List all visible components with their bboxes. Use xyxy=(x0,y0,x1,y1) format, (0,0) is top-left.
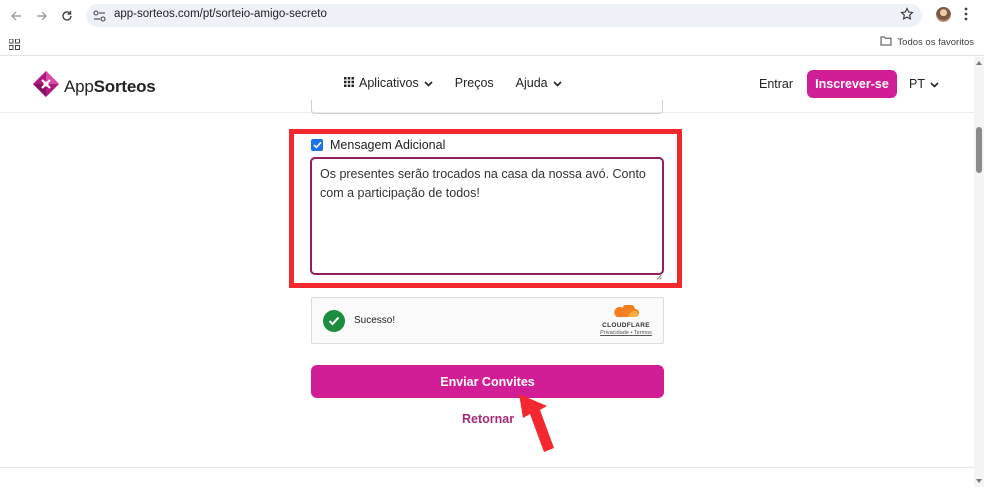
back-link[interactable]: Retornar xyxy=(462,412,514,426)
folder-icon xyxy=(880,36,892,49)
nav-apps-label: Aplicativos xyxy=(359,76,419,90)
highlight-annotation-box xyxy=(289,129,682,288)
scroll-thumb[interactable] xyxy=(976,127,982,173)
nav-help-label: Ajuda xyxy=(515,76,548,90)
back-arrow-icon[interactable] xyxy=(6,6,26,26)
site-logo[interactable]: AppSorteos xyxy=(32,70,156,103)
page-scrollbar[interactable] xyxy=(974,57,984,487)
page: app-sorteos.com/pt/sorteio-amigo-secreto… xyxy=(0,0,984,487)
scroll-down-arrow-icon[interactable] xyxy=(976,479,982,483)
links-separator: • xyxy=(630,330,633,336)
grid-icon xyxy=(344,76,354,90)
nav-prices[interactable]: Preços xyxy=(455,76,494,90)
address-bar[interactable]: app-sorteos.com/pt/sorteio-amigo-secreto xyxy=(86,4,922,27)
main-nav: Aplicativos Preços Ajuda xyxy=(344,76,584,90)
address-url: app-sorteos.com/pt/sorteio-amigo-secreto xyxy=(114,8,327,20)
cloudflare-cloud-icon xyxy=(612,303,640,322)
scroll-up-arrow-icon[interactable] xyxy=(976,61,982,65)
language-label: PT xyxy=(909,77,925,91)
footer-divider xyxy=(0,467,974,468)
nav-apps[interactable]: Aplicativos xyxy=(344,76,433,90)
cloudflare-branding: CLOUDFLARE Privacidade • Termos xyxy=(598,303,654,336)
reload-icon[interactable] xyxy=(57,6,77,26)
logo-text: AppSorteos xyxy=(64,76,156,96)
chevron-down-icon xyxy=(424,76,433,90)
bookmark-star-icon[interactable] xyxy=(900,7,914,26)
browser-toolbar: app-sorteos.com/pt/sorteio-amigo-secreto xyxy=(0,0,984,31)
captcha-links: Privacidade • Termos xyxy=(598,330,654,336)
success-check-icon xyxy=(323,310,345,332)
send-invites-button[interactable]: Enviar Convites xyxy=(311,365,664,398)
privacy-link[interactable]: Privacidade xyxy=(600,330,629,336)
all-bookmarks-button[interactable]: Todos os favoritos xyxy=(880,36,974,49)
login-link[interactable]: Entrar xyxy=(759,77,793,91)
more-menu-icon[interactable] xyxy=(964,7,968,26)
logo-diamond-icon xyxy=(32,70,60,103)
captcha-status: Sucesso! xyxy=(354,315,396,326)
forward-arrow-icon[interactable] xyxy=(32,6,52,26)
chevron-down-icon xyxy=(930,77,939,91)
language-selector[interactable]: PT xyxy=(909,77,939,91)
all-bookmarks-label: Todos os favoritos xyxy=(897,37,974,48)
terms-link[interactable]: Termos xyxy=(634,330,652,336)
red-pointer-arrow-icon xyxy=(510,392,558,461)
nav-prices-label: Preços xyxy=(454,76,494,90)
previous-field-edge xyxy=(311,100,663,114)
chevron-down-icon xyxy=(553,76,562,90)
signup-button[interactable]: Inscrever-se xyxy=(807,70,897,98)
bookmarks-bar: Todos os favoritos xyxy=(0,31,984,56)
apps-grid-icon[interactable] xyxy=(8,37,20,55)
site-settings-icon[interactable] xyxy=(93,9,106,27)
nav-help[interactable]: Ajuda xyxy=(516,76,562,90)
captcha-widget[interactable]: Sucesso! CLOUDFLARE Privacidade • Termos xyxy=(311,297,664,344)
profile-avatar[interactable] xyxy=(936,7,951,22)
cloudflare-wordmark: CLOUDFLARE xyxy=(602,322,650,329)
